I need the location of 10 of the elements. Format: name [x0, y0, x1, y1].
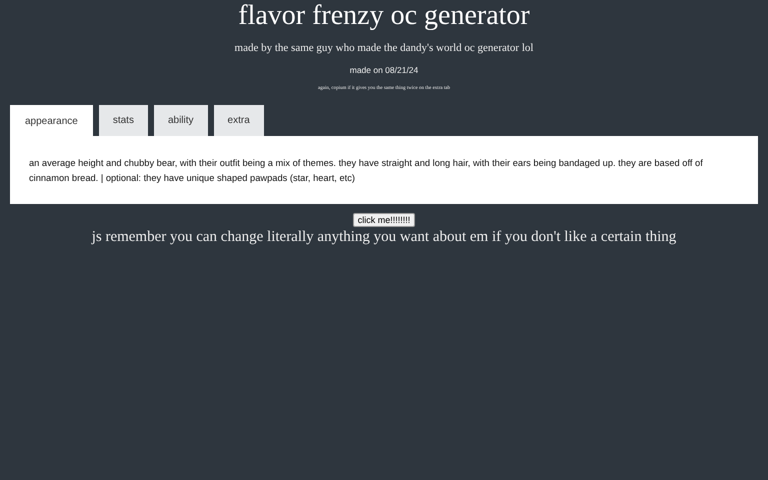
footer-text: js remember you can change literally anything you want about em if you don't like a certain thing: [90, 228, 678, 246]
tab[interactable]: stats: [98, 105, 148, 136]
date-text: made on 08/21/24: [348, 64, 420, 76]
subtitle: made by the same guy who made the dandy's world oc generator lol: [234, 41, 534, 55]
tab[interactable]: appearance: [10, 105, 93, 137]
generate-button[interactable]: click me!!!!!!!!: [352, 213, 416, 227]
tab[interactable]: extra: [214, 105, 264, 136]
description-text: an average height and chubby bear, with their outfit being a mix of themes. they have straight and long hair, with their ears being bandaged up. they are based off of cinnamon bread. | optional: they have unique shaped pawpads (star, heart, etc): [29, 158, 703, 182]
page-title: flavor frenzy oc generator: [237, 0, 531, 32]
tab[interactable]: ability: [154, 105, 208, 136]
